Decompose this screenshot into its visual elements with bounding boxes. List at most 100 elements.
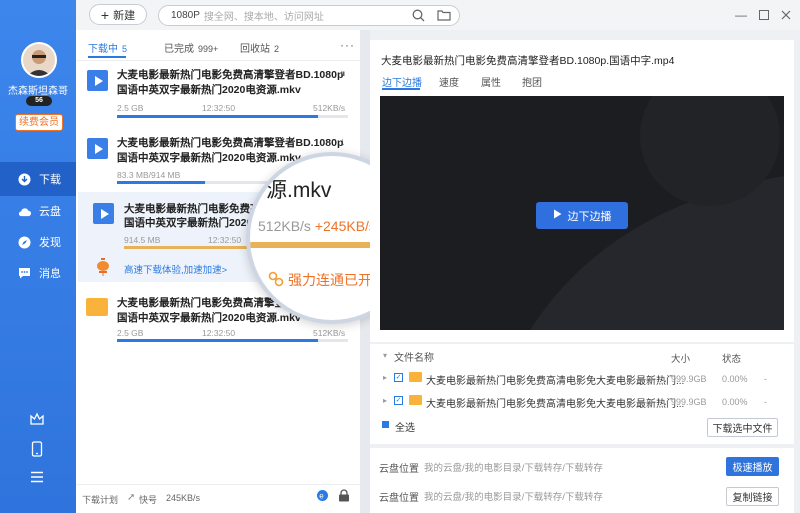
avatar[interactable] — [21, 42, 57, 78]
item-time: 12:32:50 — [202, 328, 236, 338]
item-speed: 512KB/s — [313, 103, 346, 113]
file-extra: - — [764, 397, 767, 407]
item-title-line1: 大麦电影最新热门电影免费高清擎登者BD.1080p — [117, 137, 344, 149]
item-title-line2: 国语中英双字最新热门2020电资源.mkv — [117, 312, 301, 324]
download-plan-link[interactable]: 下载计划 — [82, 493, 118, 506]
fast-play-button[interactable]: 极速播放 — [726, 457, 779, 476]
item-time: 12:32:50 — [208, 235, 242, 245]
progress-bar — [117, 115, 348, 118]
new-task-button[interactable]: + 新建 — [89, 4, 147, 25]
video-file-icon — [87, 138, 108, 159]
fast-mode-label[interactable]: 快号 — [139, 493, 157, 506]
boost-promo-link[interactable]: 高速下载体验,加速加速> — [124, 262, 227, 276]
folder-icon — [86, 298, 108, 316]
compass-icon — [18, 236, 31, 249]
tab-recycle[interactable]: 回收站 2 — [240, 40, 279, 55]
expand-icon[interactable]: ▸ — [383, 396, 387, 405]
search-value: 1080P — [171, 10, 200, 21]
item-title-line2: 国语中英双字最新热门2020 — [124, 217, 253, 229]
progress-bar — [117, 339, 348, 342]
magnified-progress-fill — [250, 242, 370, 248]
file-checkbox[interactable]: ✓ — [394, 396, 403, 405]
link-boost-icon — [268, 271, 284, 290]
nav-discover-label: 发现 — [39, 237, 61, 249]
cloud-location-label: 云盘位置 — [379, 493, 419, 504]
maximize-icon[interactable] — [757, 8, 771, 22]
new-task-label: 新建 — [113, 9, 136, 22]
progress-fill — [117, 181, 205, 184]
item-speed: 512KB/s — [313, 328, 346, 338]
more-icon[interactable]: ··· — [340, 38, 355, 52]
file-checkbox[interactable]: ✓ — [394, 373, 403, 382]
nav-download-label: 下载 — [39, 174, 61, 186]
video-file-icon — [87, 70, 108, 91]
select-all-label: 全选 — [395, 423, 415, 434]
magnified-extension: 源.mkv — [266, 179, 332, 202]
pause-icon[interactable]: ⏸ — [340, 68, 346, 81]
browser-icon[interactable]: e — [316, 489, 329, 505]
copy-link-button[interactable]: 复制链接 — [726, 487, 779, 506]
tab-properties[interactable]: 属性 — [481, 74, 501, 89]
folder-icon — [409, 372, 422, 382]
tab-group[interactable]: 抱团 — [522, 74, 542, 89]
detail-title: 大麦电影最新热门电影免费高清擎登者BD.1080p.国语中字.mp4 — [381, 55, 675, 67]
close-icon[interactable] — [779, 8, 793, 22]
cloud-location-label: 云盘位置 — [379, 464, 419, 475]
file-size: 999.9GB — [671, 397, 707, 407]
progress-fill — [117, 339, 318, 342]
detail-tab-underline — [382, 88, 420, 90]
item-title-line2: 国语中英双字最新热门2020电资源.mkv — [117, 84, 301, 96]
collapse-icon[interactable]: ▾ — [383, 351, 387, 360]
cloud-icon — [18, 205, 31, 218]
rocket-icon: ➚ — [127, 492, 136, 503]
item-size: 2.5 GB — [117, 328, 144, 338]
nav-message-label: 消息 — [39, 268, 61, 280]
tab-speed[interactable]: 速度 — [439, 74, 459, 89]
item-size: 2.5 GB — [117, 103, 144, 113]
file-status: 0.00% — [722, 397, 748, 407]
progress-fill — [117, 115, 318, 118]
play-icon — [553, 209, 562, 222]
select-all-checkbox[interactable] — [382, 421, 389, 428]
file-extra: - — [764, 374, 767, 384]
tab-play-while-download[interactable]: 边下边播 — [382, 74, 422, 89]
play-while-download-button[interactable]: 边下边播 — [536, 202, 628, 229]
expand-icon[interactable]: ▸ — [383, 373, 387, 382]
download-arrow-icon[interactable]: ↓ — [340, 136, 346, 148]
minimize-icon[interactable]: — — [734, 8, 748, 22]
tab-downloading[interactable]: 下载中 5 — [88, 40, 127, 55]
download-icon — [18, 173, 31, 186]
search-placeholder: 搜全网、搜本地、访问网址 — [203, 12, 324, 23]
search-icon[interactable] — [412, 9, 425, 25]
item-size: 83.3 MB/914 MB — [117, 170, 181, 180]
files-header-status: 状态 — [722, 354, 742, 365]
file-name: 大麦电影最新热门电影免费高清电影免大麦电影最新热门... — [426, 399, 685, 410]
crown-icon[interactable] — [28, 410, 46, 428]
files-header-size: 大小 — [671, 354, 691, 365]
item-title-line2: 国语中英双字最新热门2020电资源.mkv — [117, 152, 301, 164]
folder-icon — [409, 395, 422, 405]
tab-completed[interactable]: 已完成 999+ — [164, 40, 218, 55]
download-selected-button[interactable]: 下载选中文件 — [707, 418, 778, 437]
total-speed: 245KB/s — [166, 493, 201, 503]
lantern-icon — [95, 258, 111, 279]
nav-cloud[interactable]: 云盘 — [0, 194, 76, 228]
magnified-speed: 512KB/s — [258, 218, 311, 234]
item-title-line1: 大麦电影最新热门电影免费高清擎登者BD.1080p — [117, 69, 344, 81]
phone-icon[interactable] — [28, 440, 46, 458]
file-name: 大麦电影最新热门电影免费高清电影免大麦电影最新热门... — [426, 376, 685, 387]
nav-discover[interactable]: 发现 — [0, 225, 76, 259]
nav-message[interactable]: 消息 — [0, 256, 76, 290]
menu-icon[interactable] — [28, 468, 46, 486]
item-time: 12:32:50 — [202, 103, 236, 113]
message-icon — [18, 267, 31, 280]
folder-search-icon[interactable] — [437, 9, 451, 24]
divider — [76, 60, 360, 61]
nav-download[interactable]: 下载 — [0, 162, 76, 196]
username: 杰森斯坦森哥 — [8, 86, 68, 97]
renew-vip-button[interactable]: 续费会员 — [15, 114, 63, 131]
magnified-speed-line: 512KB/s +245KB/s — [258, 218, 376, 234]
files-header-name: 文件名称 — [394, 353, 434, 364]
play-button-label: 边下边播 — [567, 210, 612, 223]
lock-icon[interactable] — [338, 489, 350, 505]
